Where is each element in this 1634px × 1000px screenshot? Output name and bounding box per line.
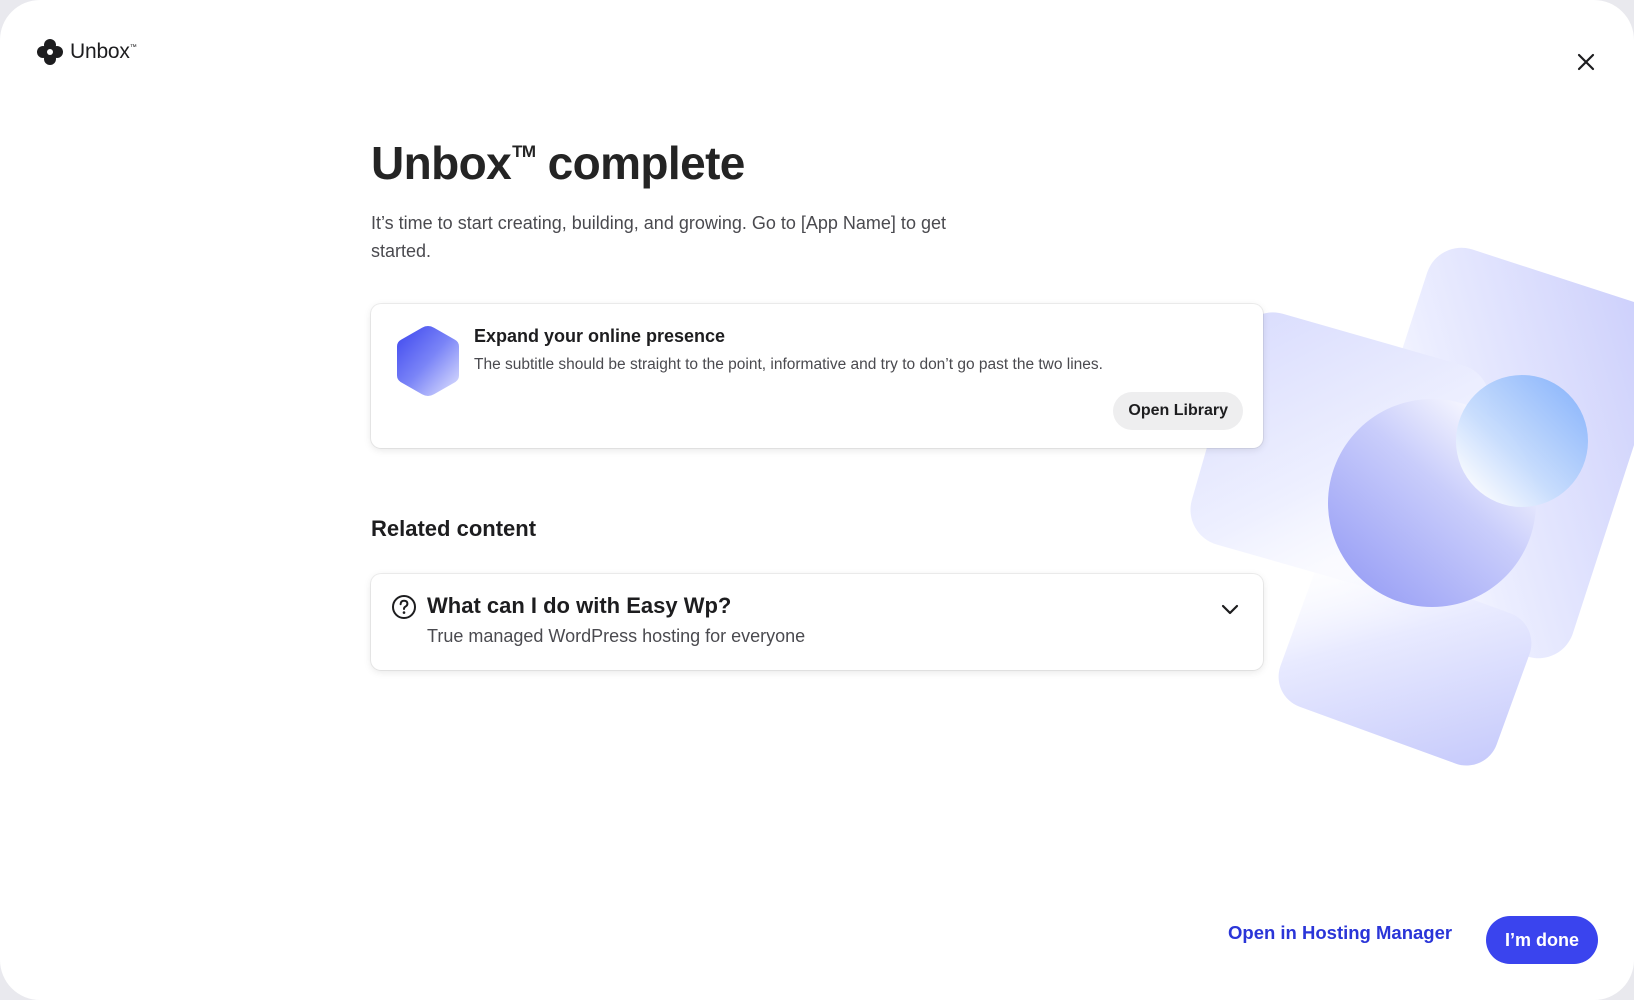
- title-trademark: TM: [512, 141, 536, 161]
- open-hosting-manager-link[interactable]: Open in Hosting Manager: [1228, 922, 1452, 944]
- title-rest: complete: [535, 137, 746, 189]
- unbox-logo: Unbox™: [36, 38, 137, 66]
- faq-question: What can I do with Easy Wp?: [427, 593, 732, 618]
- close-button[interactable]: [1572, 48, 1600, 76]
- logo-text: Unbox: [70, 40, 130, 63]
- chevron-down-icon[interactable]: [1219, 598, 1241, 620]
- faq-accordion-item[interactable]: What can I do with Easy Wp? True managed…: [371, 574, 1263, 670]
- page-subtitle: It’s time to start creating, building, a…: [371, 213, 946, 261]
- logo-wordmark: Unbox™: [70, 40, 137, 64]
- title-brand: Unbox: [371, 137, 512, 189]
- related-content-heading: Related content: [371, 516, 537, 541]
- decorative-illustration: [1190, 247, 1634, 766]
- card-subtitle: The subtitle should be straight to the p…: [474, 356, 1103, 373]
- page-title: UnboxTM complete: [371, 136, 745, 190]
- card-title: Expand your online presence: [474, 326, 726, 346]
- question-circle-icon: [392, 595, 416, 619]
- unbox-complete-modal: Unbox™ UnboxTM complete It’s time to sta…: [0, 0, 1634, 1000]
- expand-presence-card: Expand your online presence The subtitle…: [371, 304, 1263, 448]
- logo-trademark: ™: [129, 44, 137, 51]
- close-icon: [1577, 53, 1595, 71]
- im-done-button[interactable]: I’m done: [1486, 916, 1598, 964]
- hexagon-icon: [397, 326, 459, 396]
- open-library-button[interactable]: Open Library: [1113, 392, 1243, 430]
- faq-answer: True managed WordPress hosting for every…: [427, 626, 806, 646]
- unbox-logo-icon: [37, 39, 63, 65]
